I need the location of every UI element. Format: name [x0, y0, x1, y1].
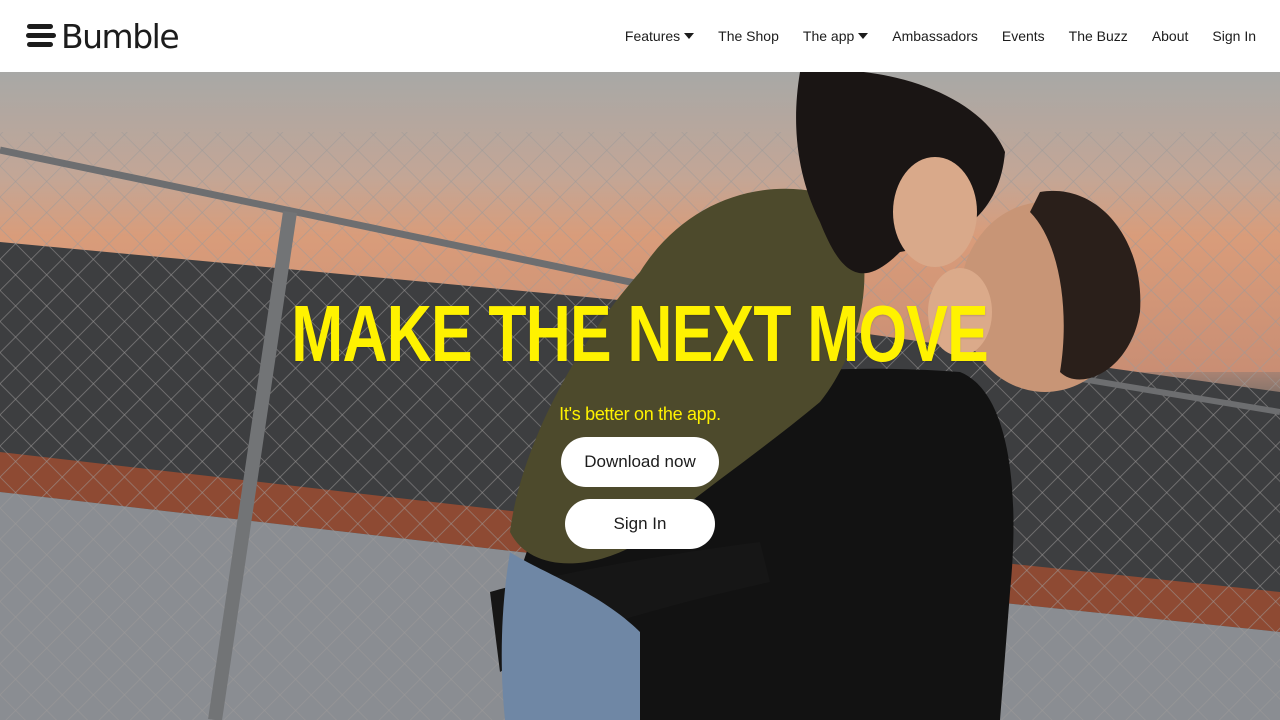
nav-item-label: Events: [1001, 28, 1045, 44]
caret-down-icon: [684, 33, 695, 39]
nav-item-the-shop[interactable]: The Shop: [718, 28, 779, 44]
nav-item-ambassadors[interactable]: Ambassadors: [892, 28, 978, 44]
download-now-button[interactable]: Download now: [561, 437, 719, 487]
hero-content: MAKE THE NEXT MOVE It's better on the ap…: [0, 72, 1280, 720]
nav-item-label: The app: [802, 28, 855, 44]
nav-item-events[interactable]: Events: [1002, 28, 1045, 44]
caret-down-icon: [858, 33, 869, 39]
nav-item-features[interactable]: Features: [624, 28, 695, 44]
nav-item-label: Features: [624, 28, 681, 44]
nav-item-label: Sign In: [1212, 28, 1256, 44]
hero-sign-in-button[interactable]: Sign In: [565, 499, 715, 549]
bumble-stripes-icon: [26, 22, 56, 50]
nav-item-label: About: [1151, 28, 1189, 44]
nav-item-label: The Shop: [718, 28, 779, 44]
nav-item-about[interactable]: About: [1152, 28, 1189, 44]
nav-item-label: The Buzz: [1068, 28, 1128, 44]
logo-text: Bumble: [61, 16, 180, 56]
site-header: Bumble Features The Shop The app Ambassa…: [0, 0, 1280, 72]
hero-section: MAKE THE NEXT MOVE It's better on the ap…: [0, 72, 1280, 720]
hero-headline: MAKE THE NEXT MOVE: [291, 289, 989, 378]
main-nav: Features The Shop The app Ambassadors Ev…: [625, 28, 1256, 44]
nav-item-sign-in[interactable]: Sign In: [1212, 28, 1256, 44]
bumble-logo[interactable]: Bumble: [26, 16, 180, 56]
nav-item-the-app[interactable]: The app: [802, 28, 869, 44]
nav-item-label: Ambassadors: [892, 28, 978, 44]
hero-subline: It's better on the app.: [559, 404, 721, 424]
nav-item-the-buzz[interactable]: The Buzz: [1069, 28, 1128, 44]
